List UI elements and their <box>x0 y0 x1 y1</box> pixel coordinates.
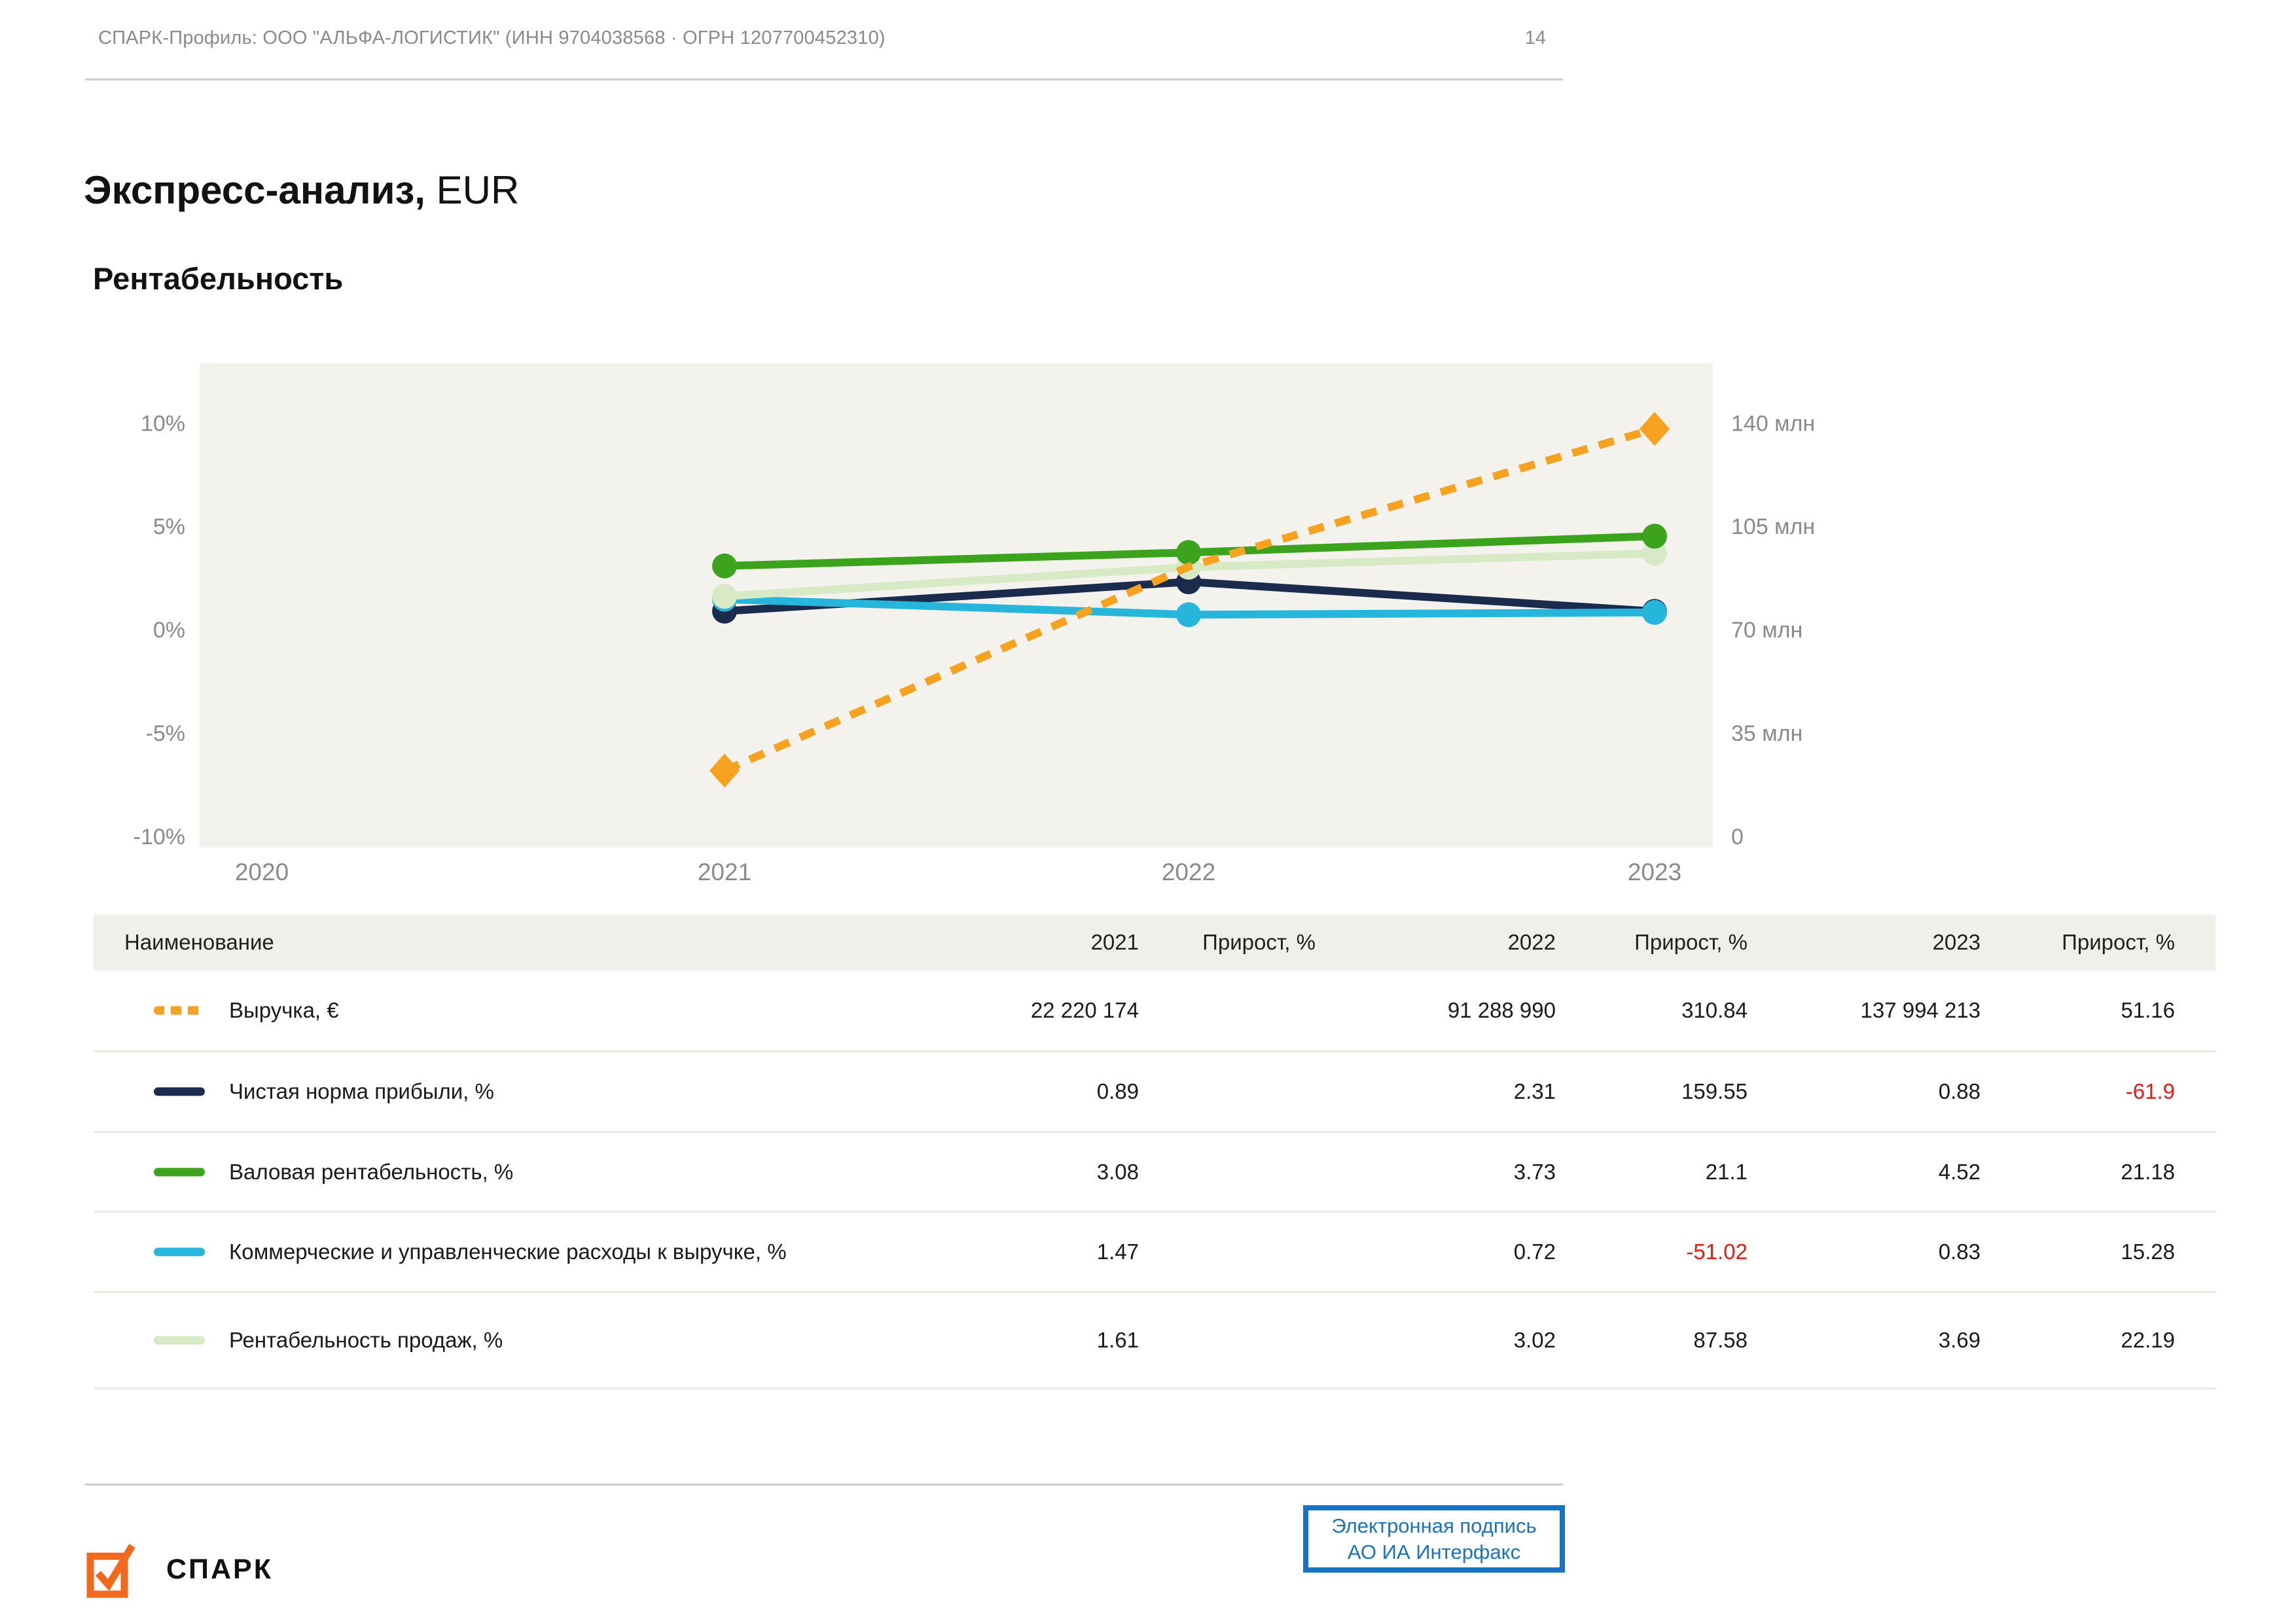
left-axis-tick-label: -10% <box>134 825 185 849</box>
series-swatch <box>154 1168 205 1176</box>
table-row: Валовая рентабельность, % 3.08 3.73 21.1… <box>94 1133 2215 1213</box>
growth-2023: -61.9 <box>2125 1079 2175 1103</box>
left-axis-tick-label: 5% <box>153 514 185 539</box>
document-header: СПАРК-Профиль: ООО "АЛЬФА-ЛОГИСТИК" (ИНН… <box>98 27 886 48</box>
metric-name: Коммерческие и управленческие расходы к … <box>229 1240 787 1264</box>
page-title-currency: EUR <box>425 168 520 212</box>
page-number: 14 <box>1524 27 1546 48</box>
metric-name: Выручка, € <box>229 998 339 1022</box>
growth-2023: 51.16 <box>2121 998 2175 1022</box>
table-row: Выручка, € 22 220 174 91 288 990 310.84 … <box>94 971 2215 1052</box>
series-marker <box>1642 524 1667 549</box>
x-axis-tick-label: 2023 <box>1628 859 1681 885</box>
growth-2022: 310.84 <box>1681 998 1748 1022</box>
series-marker <box>712 584 737 609</box>
footer-divider <box>85 1484 1563 1486</box>
growth-2023: 15.28 <box>2121 1240 2175 1264</box>
value-2021: 1.47 <box>1096 1240 1139 1264</box>
page-title: Экспресс-анализ, EUR <box>84 168 519 213</box>
value-2021: 22 220 174 <box>1030 998 1139 1022</box>
spark-profile-page: { "page": { "header": "СПАРК-Профиль: ОО… <box>0 0 2296 1623</box>
x-axis-tick-label: 2022 <box>1162 859 1215 885</box>
metric-name: Чистая норма прибыли, % <box>229 1079 494 1103</box>
right-axis-tick-label: 140 млн <box>1731 411 1815 436</box>
right-axis-tick-label: 35 млн <box>1731 721 1803 746</box>
column-header-growth-2022: Прирост, % <box>1634 930 1748 954</box>
right-axis-tick-label: 0 <box>1731 825 1744 849</box>
series-swatch <box>154 1336 205 1345</box>
value-2021: 3.08 <box>1096 1159 1139 1184</box>
profitability-chart: 10% 5% 0% -5% -10% 140 млн 105 млн 70 млн 35 млн… <box>134 363 1815 885</box>
table-row: Рентабельность продаж, % 1.61 3.02 87.58… <box>94 1293 2215 1389</box>
value-2022: 3.02 <box>1513 1328 1556 1352</box>
metric-name: Валовая рентабельность, % <box>229 1159 514 1184</box>
series-marker <box>712 553 737 579</box>
left-axis-tick-label: 10% <box>141 411 185 436</box>
column-header-growth-2023: Прирост, % <box>2062 930 2175 954</box>
growth-2023: 22.19 <box>2121 1328 2175 1352</box>
series-marker <box>1642 599 1667 625</box>
series-swatch <box>154 1087 205 1096</box>
spark-logo: СПАРК <box>85 1539 273 1599</box>
value-2023: 4.52 <box>1938 1159 1981 1184</box>
value-2022: 2.31 <box>1513 1079 1556 1103</box>
growth-2022: 159.55 <box>1681 1079 1748 1103</box>
left-axis-tick-label: 0% <box>153 618 185 643</box>
signature-line-2: АО ИА Интерфакс <box>1347 1540 1521 1563</box>
signature-line-1: Электронная подпись <box>1331 1514 1537 1537</box>
column-header-2021: 2021 <box>1090 930 1139 954</box>
value-2023: 0.88 <box>1938 1079 1981 1103</box>
x-axis-tick-label: 2021 <box>698 859 751 885</box>
column-header-growth-2021: Прирост, % <box>1202 930 1316 954</box>
page-title-main: Экспресс-анализ, <box>84 168 425 212</box>
series-marker <box>1176 602 1201 628</box>
table-row: Коммерческие и управленческие расходы к … <box>94 1213 2215 1293</box>
header-divider <box>85 79 1563 80</box>
column-header-2022: 2022 <box>1507 930 1556 954</box>
section-title: Рентабельность <box>93 261 344 296</box>
value-2022: 91 288 990 <box>1447 998 1556 1022</box>
series-marker <box>1176 540 1201 565</box>
column-header-name: Наименование <box>124 930 274 954</box>
value-2023: 137 994 213 <box>1860 998 1981 1022</box>
right-axis-tick-label: 70 млн <box>1731 618 1803 643</box>
value-2021: 1.61 <box>1096 1328 1139 1352</box>
spark-logo-text: СПАРК <box>166 1553 273 1585</box>
value-2022: 0.72 <box>1513 1240 1556 1264</box>
table-row: Чистая норма прибыли, % 0.89 2.31 159.55… <box>94 1052 2215 1133</box>
value-2023: 3.69 <box>1938 1328 1981 1352</box>
left-axis-tick-label: -5% <box>146 721 185 746</box>
spark-logo-icon <box>86 1544 135 1598</box>
growth-2022: 21.1 <box>1705 1159 1748 1184</box>
series-swatch <box>154 1247 205 1257</box>
x-axis-tick-label: 2020 <box>235 859 289 885</box>
value-2022: 3.73 <box>1513 1159 1556 1184</box>
electronic-signature-button[interactable]: Электронная подпись АО ИА Интерфакс <box>1303 1505 1565 1573</box>
growth-2022: 87.58 <box>1693 1328 1748 1352</box>
growth-2022: -51.02 <box>1686 1240 1748 1264</box>
value-2023: 0.83 <box>1938 1240 1981 1264</box>
growth-2023: 21.18 <box>2121 1159 2175 1184</box>
value-2021: 0.89 <box>1096 1079 1139 1103</box>
metric-name: Рентабельность продаж, % <box>229 1328 503 1352</box>
series-swatch <box>154 1006 205 1015</box>
table-header-row: Наименование 2021 Прирост, % 2022 Прирос… <box>94 914 2215 971</box>
column-header-2023: 2023 <box>1932 930 1981 954</box>
right-axis-tick-label: 105 млн <box>1731 514 1815 539</box>
